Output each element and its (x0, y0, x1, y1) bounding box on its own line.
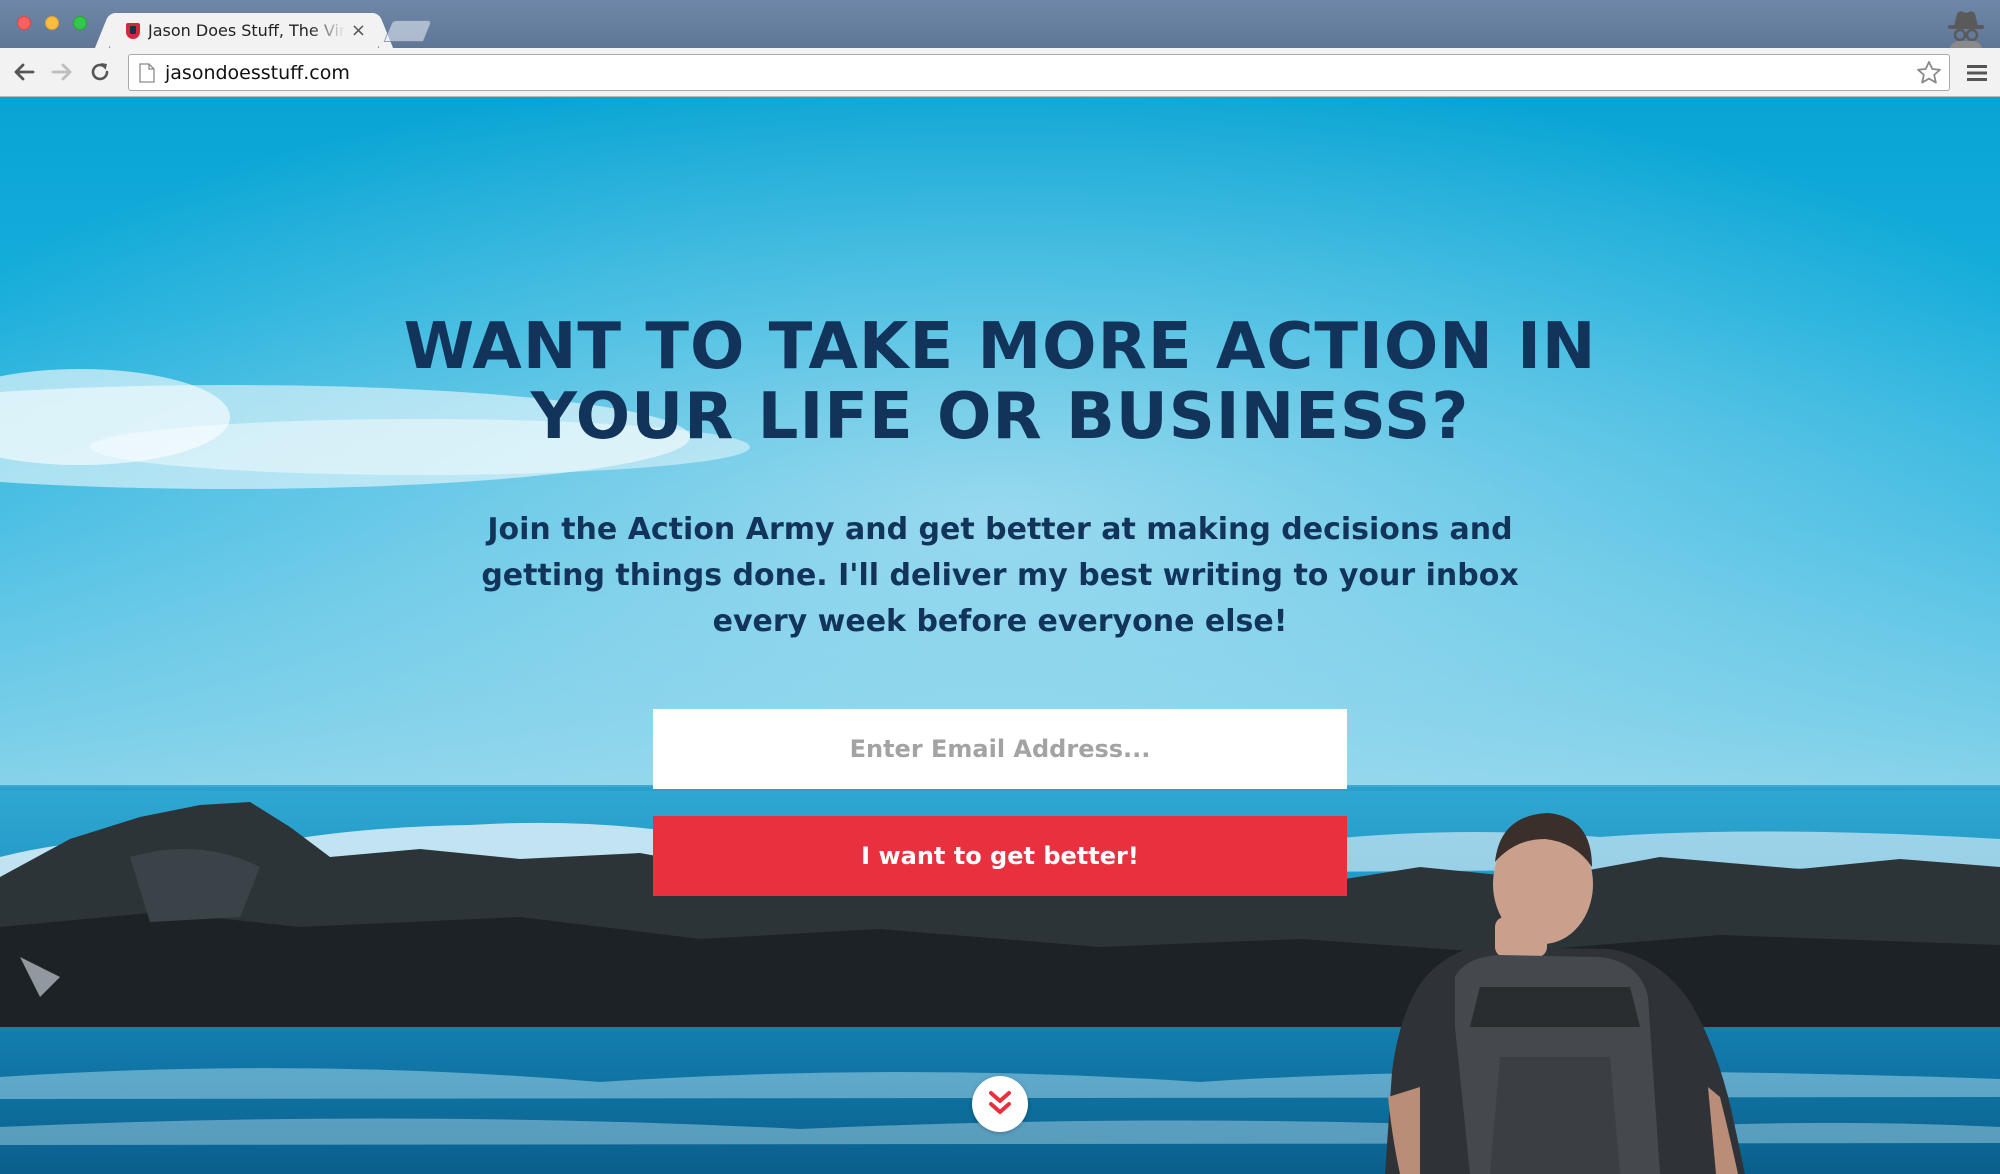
forward-button[interactable] (48, 58, 76, 86)
hamburger-menu-icon (1967, 65, 1987, 81)
double-chevron-down-icon (989, 1091, 1011, 1114)
browser-menu-button[interactable] (1964, 60, 1990, 86)
back-arrow-icon (14, 63, 35, 81)
hero-section: WANT TO TAKE MORE ACTION IN YOUR LIFE OR… (0, 97, 2000, 1174)
maximize-window-button[interactable] (73, 16, 87, 30)
url-text: jasondoesstuff.com (165, 61, 350, 84)
close-window-button[interactable] (17, 16, 31, 30)
new-tab-button[interactable] (383, 20, 433, 42)
browser-titlebar: Jason Does Stuff, The Virtual Assistant … (0, 0, 2000, 48)
tab-title: Jason Does Stuff, The Virtual Assistant (148, 21, 345, 40)
page-icon (139, 62, 155, 83)
minimize-window-button[interactable] (45, 16, 59, 30)
hero-headline: WANT TO TAKE MORE ACTION IN YOUR LIFE OR… (403, 310, 1597, 454)
site-favicon-icon (126, 22, 140, 39)
subscribe-button[interactable]: I want to get better! (653, 816, 1347, 896)
tab-close-icon[interactable]: × (351, 21, 366, 40)
bookmark-star-icon[interactable] (1915, 59, 1943, 87)
scroll-down-button[interactable] (972, 1076, 1028, 1132)
reload-button[interactable] (86, 58, 114, 86)
browser-toolbar: jasondoesstuff.com (0, 48, 2000, 97)
email-input[interactable] (653, 709, 1347, 789)
hero-subheadline: Join the Action Army and get better at m… (481, 512, 1519, 639)
address-bar[interactable]: jasondoesstuff.com (128, 54, 1950, 91)
reload-icon (91, 63, 109, 81)
incognito-icon[interactable] (1942, 4, 1990, 48)
forward-arrow-icon (51, 63, 72, 81)
back-button[interactable] (10, 58, 38, 86)
browser-tab-active[interactable]: Jason Does Stuff, The Virtual Assistant … (110, 13, 378, 48)
